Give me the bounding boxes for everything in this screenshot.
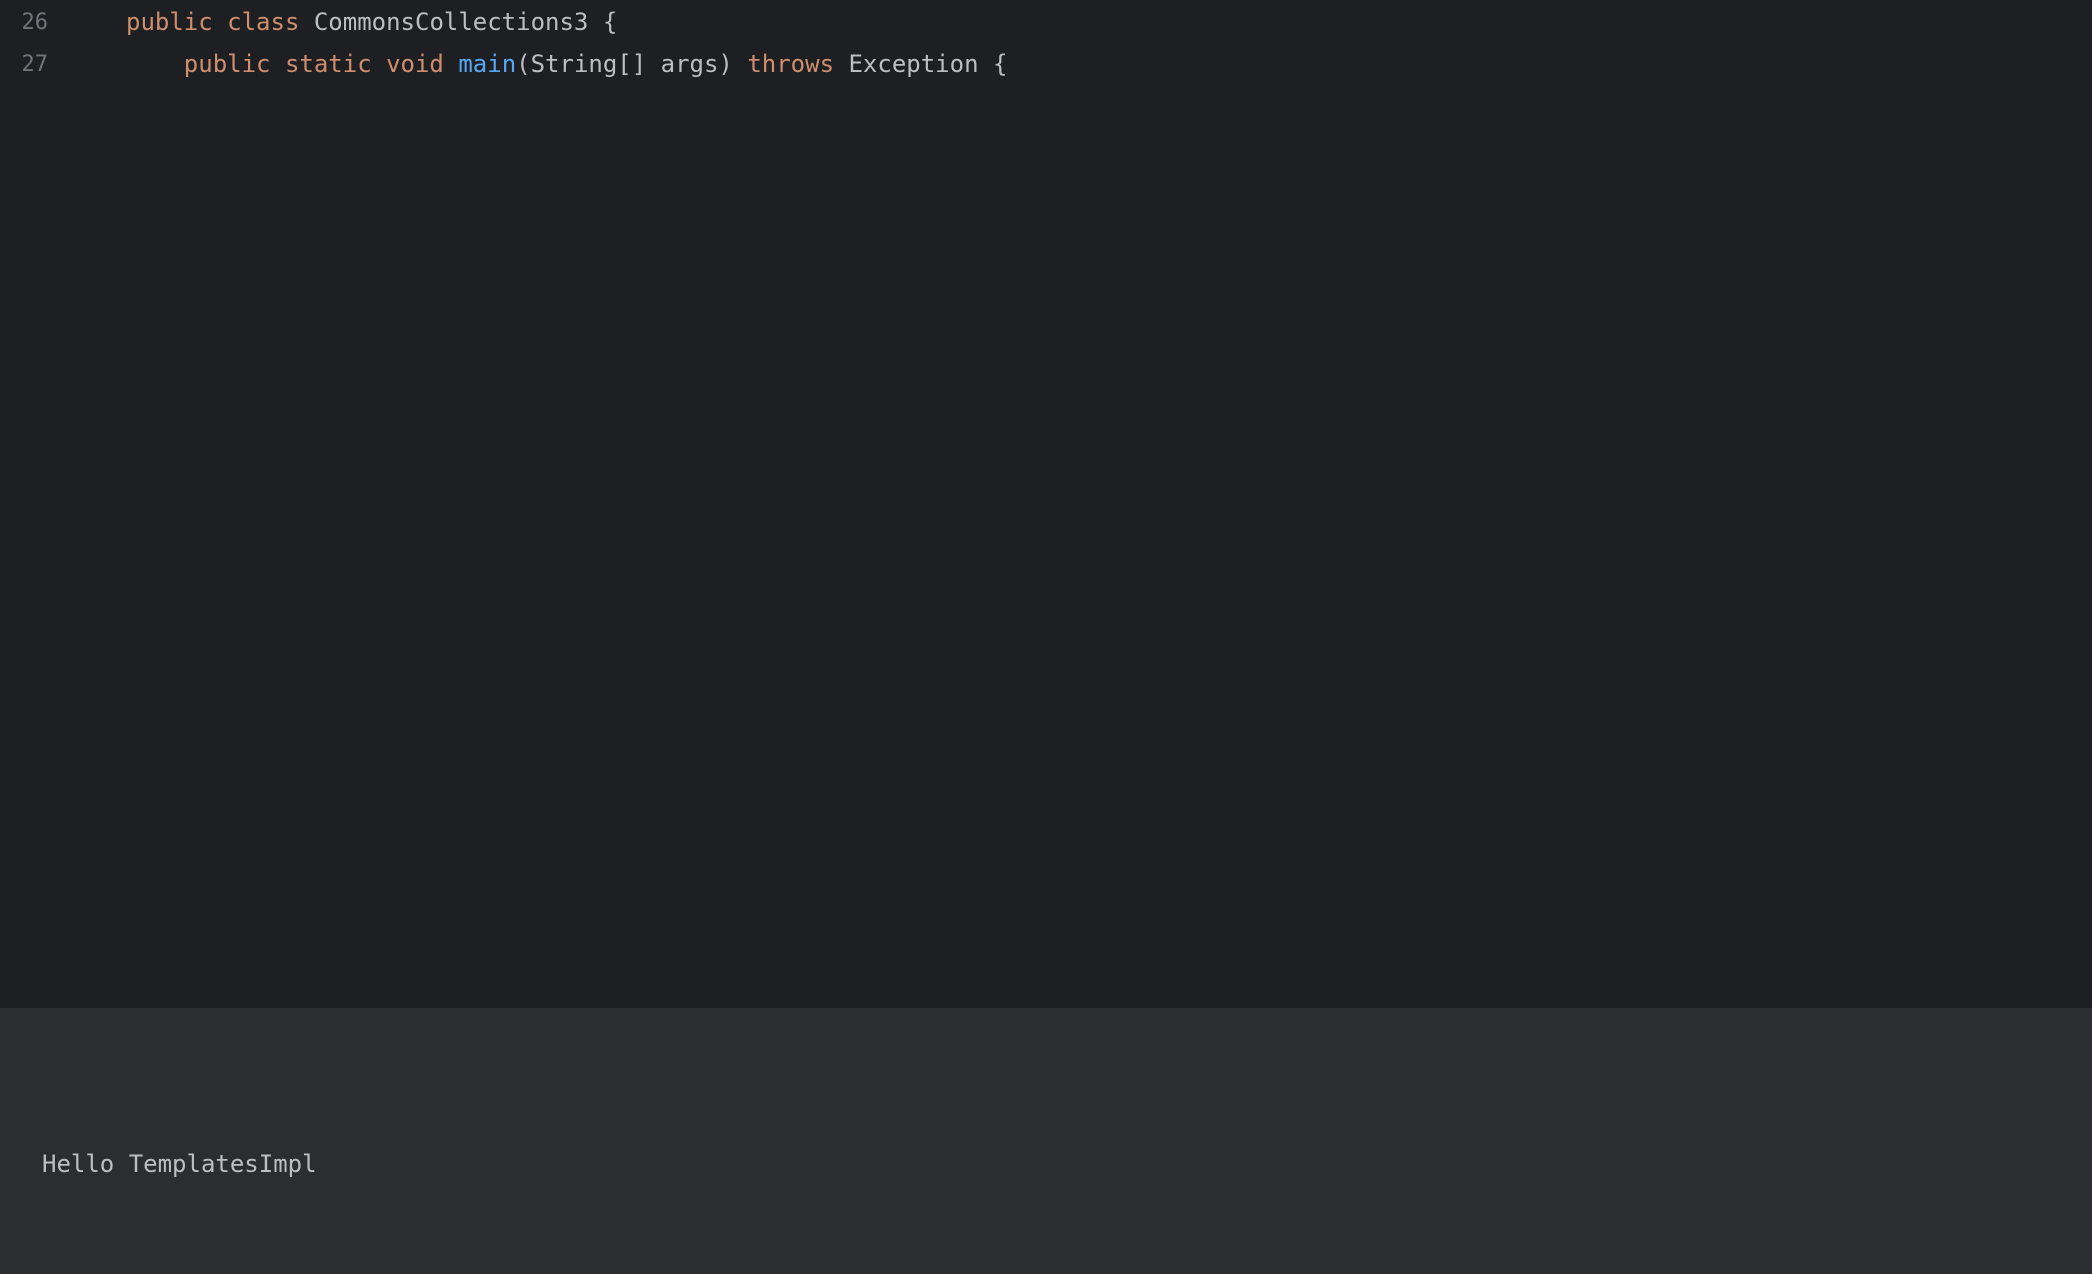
code-line-27[interactable]: public static void main(String[] args) t… <box>126 50 1008 78</box>
run-tool-window: Hello TemplatesImpl <box>0 1008 2092 1274</box>
code-line-26[interactable]: public class CommonsCollections3 { <box>126 8 617 36</box>
console-output: Hello TemplatesImpl <box>42 1150 317 1178</box>
line-number: 27 <box>21 52 49 77</box>
code-editor[interactable]: 26 public class CommonsCollections3 { 27… <box>0 0 2092 1008</box>
line-number: 26 <box>21 10 49 35</box>
